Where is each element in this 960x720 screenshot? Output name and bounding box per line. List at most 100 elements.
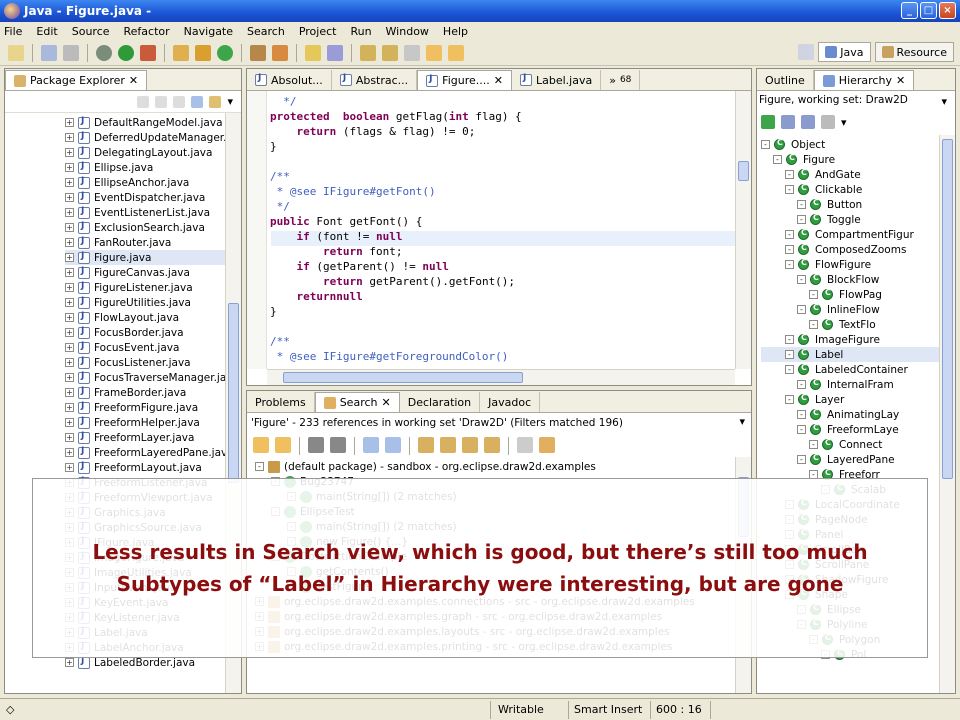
expand-icon[interactable]: + [65,118,74,127]
expand-icon[interactable]: + [65,328,74,337]
expand-icon[interactable]: + [65,448,74,457]
package-file-item[interactable]: +FocusListener.java [65,355,225,370]
hierarchy-node[interactable]: -AndGate [761,167,939,182]
hierarchy-view-menu-icon[interactable]: ▾ [941,95,947,108]
expand-icon[interactable]: - [797,380,806,389]
expand-icon[interactable]: + [65,463,74,472]
hierarchy-node[interactable]: -Label [761,347,939,362]
expand-icon[interactable]: - [809,320,818,329]
package-file-item[interactable]: +FigureCanvas.java [65,265,225,280]
hierarchy-node[interactable]: -ImageFigure [761,332,939,347]
menu-run[interactable]: Run [350,25,371,38]
type-hierarchy-icon[interactable] [761,115,775,129]
package-file-item[interactable]: +FocusEvent.java [65,340,225,355]
new-class-icon[interactable] [217,44,233,61]
package-file-item[interactable]: +EventListenerList.java [65,205,225,220]
expand-icon[interactable]: - [773,155,782,164]
back-icon[interactable] [137,95,150,108]
hierarchy-node[interactable]: -LabeledContainer [761,362,939,377]
hierarchy-scrollbar[interactable] [939,135,955,693]
hierarchy-node[interactable]: -Figure [761,152,939,167]
package-file-item[interactable]: +Figure.java [65,250,225,265]
expand-icon[interactable]: - [809,440,818,449]
debug-icon[interactable] [96,44,112,61]
menu-navigate[interactable]: Navigate [184,25,233,38]
package-file-item[interactable]: +DelegatingLayout.java [65,145,225,160]
expand-icon[interactable]: + [65,373,74,382]
package-file-item[interactable]: +FreeformLayeredPane.java [65,445,225,460]
previous-match-icon[interactable] [275,437,291,453]
package-file-item[interactable]: +EventDispatcher.java [65,190,225,205]
editor-vertical-scrollbar[interactable] [735,91,751,369]
hierarchy-node[interactable]: -TextFlo [761,317,939,332]
expand-icon[interactable]: + [65,433,74,442]
editor-tab[interactable]: Figure....✕ [417,70,512,90]
editor-horizontal-scrollbar[interactable] [267,369,735,385]
editor-tab[interactable]: Label.java [512,70,602,90]
subtype-hierarchy-icon[interactable] [801,115,815,129]
expand-icon[interactable]: - [785,335,794,344]
close-tab-icon[interactable]: ✕ [129,74,138,87]
expand-icon[interactable]: + [65,163,74,172]
expand-icon[interactable]: - [785,170,794,179]
minimize-button[interactable]: _ [901,2,918,19]
menu-file[interactable]: File [4,25,22,38]
mark-occurrences-icon[interactable] [305,44,321,61]
tab-declaration[interactable]: Declaration [400,392,481,412]
expand-icon[interactable]: + [65,253,74,262]
package-file-item[interactable]: +DefaultRangeModel.java [65,115,225,130]
remove-all-icon[interactable] [330,437,346,453]
expand-icon[interactable]: + [65,298,74,307]
hierarchy-node[interactable]: -Toggle [761,212,939,227]
group-by-file-icon[interactable] [462,437,478,453]
previous-annotation-icon[interactable] [382,44,398,61]
expand-icon[interactable]: - [785,245,794,254]
package-file-item[interactable]: +FrameBorder.java [65,385,225,400]
hierarchy-node[interactable]: -InternalFram [761,377,939,392]
package-file-item[interactable]: +FreeformLayout.java [65,460,225,475]
menu-window[interactable]: Window [386,25,429,38]
new-package-icon[interactable] [195,44,211,61]
code-text[interactable]: */protected boolean getFlag(int flag) { … [270,94,522,364]
expand-icon[interactable]: + [65,193,74,202]
package-file-item[interactable]: +FigureUtilities.java [65,295,225,310]
cancel-search-icon[interactable] [517,437,533,453]
expand-icon[interactable]: + [65,343,74,352]
expand-icon[interactable]: + [65,133,74,142]
group-by-type-icon[interactable] [484,437,500,453]
expand-icon[interactable]: - [809,290,818,299]
hierarchy-node[interactable]: -CompartmentFigur [761,227,939,242]
editor-tab-overflow[interactable]: » 68 [601,70,641,90]
hierarchy-node[interactable]: -FlowPag [761,287,939,302]
menu-search[interactable]: Search [247,25,285,38]
package-file-item[interactable]: +FlowLayout.java [65,310,225,325]
group-by-project-icon[interactable] [418,437,434,453]
expand-icon[interactable]: + [65,388,74,397]
view-menu-icon[interactable]: ▾ [227,95,233,108]
expand-icon[interactable]: - [785,365,794,374]
last-edit-icon[interactable] [404,44,420,61]
close-tab-icon[interactable]: ✕ [896,74,905,87]
next-match-icon[interactable] [253,437,269,453]
expand-icon[interactable]: + [65,358,74,367]
expand-icon[interactable]: + [65,283,74,292]
package-file-item[interactable]: +ExclusionSearch.java [65,220,225,235]
hierarchy-node[interactable]: -FreeformLaye [761,422,939,437]
menu-refactor[interactable]: Refactor [124,25,170,38]
link-with-editor-icon[interactable] [209,95,222,108]
expand-icon[interactable]: - [785,185,794,194]
forward-arrow-icon[interactable] [448,44,464,61]
search-result-item[interactable]: - (default package) - sandbox - org.eclip… [255,459,735,474]
menu-source[interactable]: Source [72,25,110,38]
package-file-item[interactable]: +FreeformHelper.java [65,415,225,430]
open-type-icon[interactable] [250,44,266,61]
toggle-comment-icon[interactable] [327,44,343,61]
expand-all-icon[interactable] [363,437,379,453]
expand-icon[interactable]: - [797,275,806,284]
hierarchy-node[interactable]: -InlineFlow [761,302,939,317]
package-file-item[interactable]: +DeferredUpdateManager.ja [65,130,225,145]
new-java-project-icon[interactable] [173,44,189,61]
history-icon[interactable] [821,115,835,129]
expand-icon[interactable]: - [797,455,806,464]
search-icon[interactable] [272,44,288,61]
